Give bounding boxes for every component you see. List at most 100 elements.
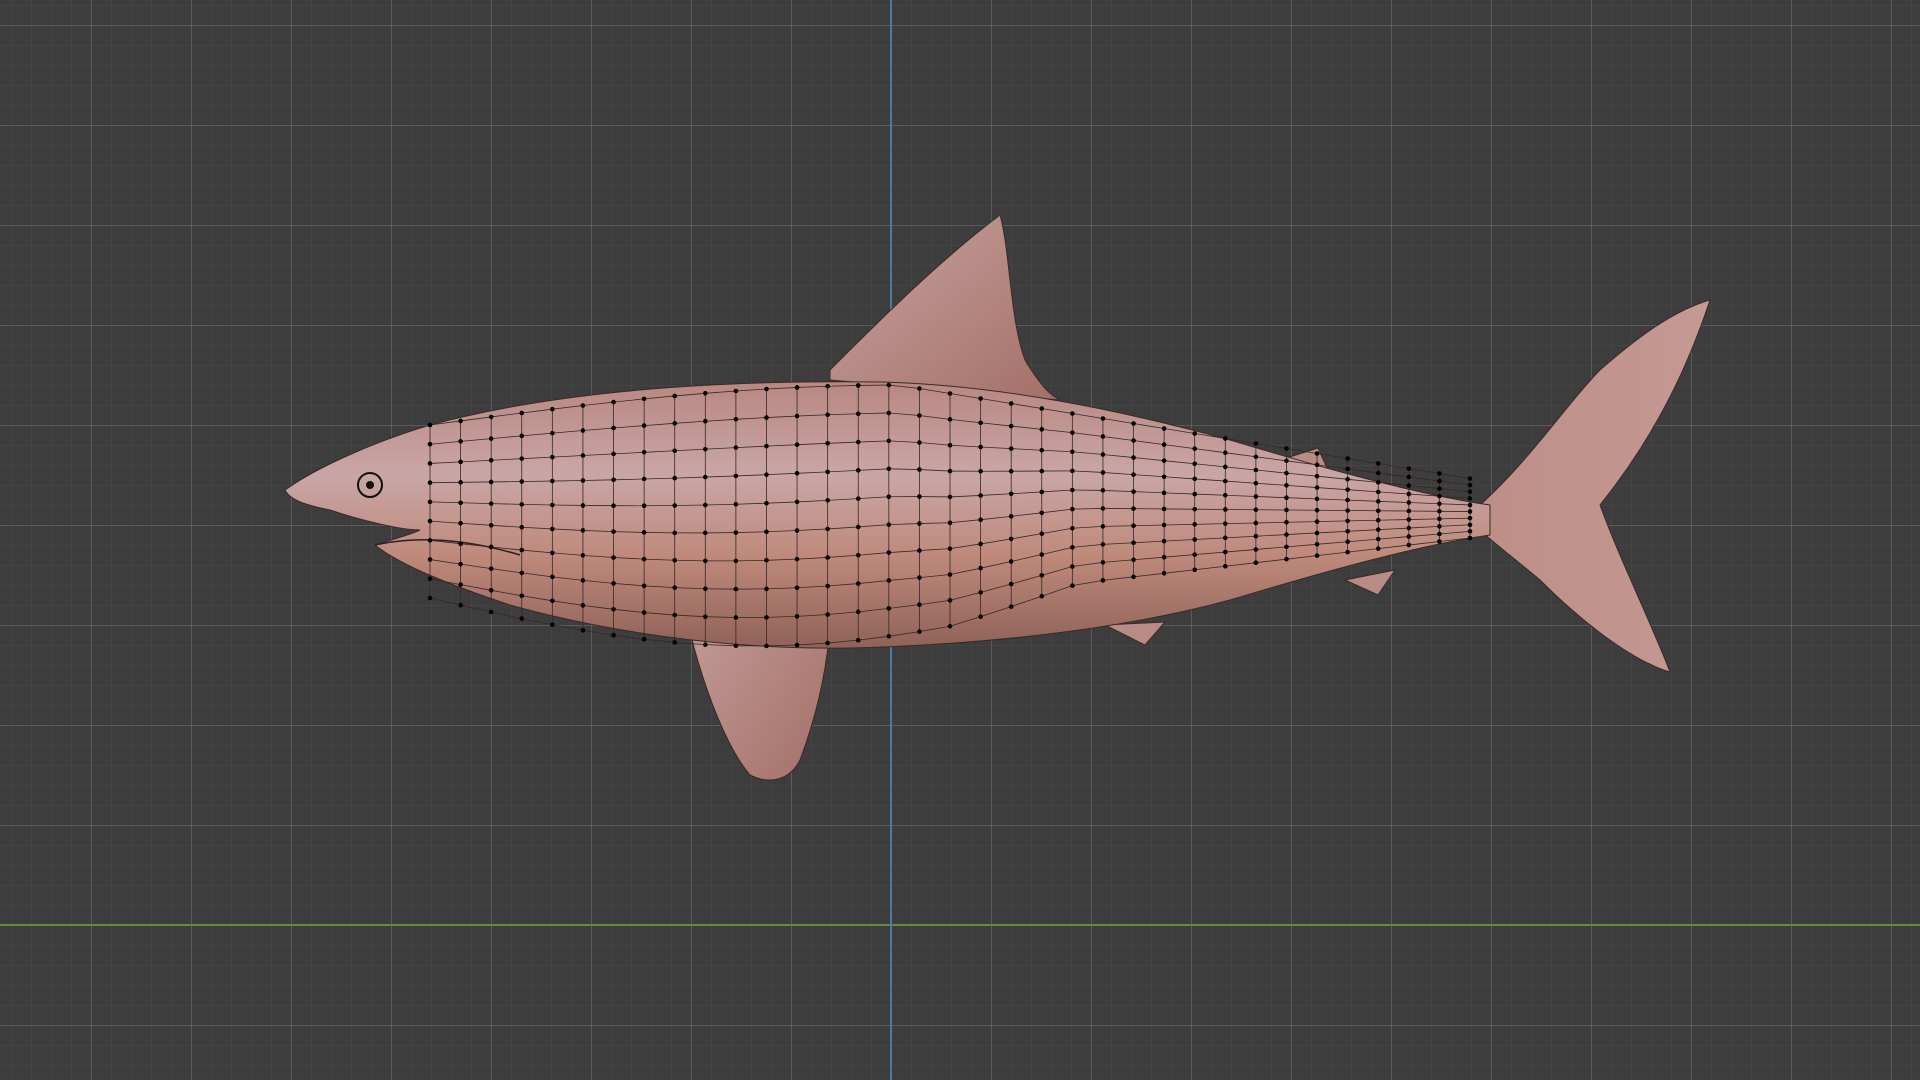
mesh-vertex[interactable] bbox=[641, 450, 647, 455]
mesh-vertex[interactable] bbox=[1375, 546, 1381, 551]
mesh-vertex[interactable] bbox=[1345, 508, 1350, 513]
mesh-vertex[interactable] bbox=[1161, 554, 1167, 560]
mesh-vertex[interactable] bbox=[1375, 527, 1381, 532]
mesh-vertex[interactable] bbox=[764, 415, 769, 420]
mesh-vertex[interactable] bbox=[794, 413, 800, 419]
mesh-vertex[interactable] bbox=[672, 612, 678, 618]
mesh-vertex[interactable] bbox=[1314, 519, 1320, 524]
mesh-vertex[interactable] bbox=[1406, 534, 1412, 539]
mesh-vertex[interactable] bbox=[886, 466, 892, 472]
mesh-vertex[interactable] bbox=[1008, 514, 1014, 519]
mesh-vertex[interactable] bbox=[519, 593, 525, 599]
mesh-vertex[interactable] bbox=[1467, 535, 1473, 541]
mesh-vertex[interactable] bbox=[1437, 539, 1442, 544]
mesh-vertex[interactable] bbox=[947, 494, 953, 500]
mesh-vertex[interactable] bbox=[1161, 458, 1167, 463]
mesh-vertex[interactable] bbox=[825, 498, 830, 503]
mesh-vertex[interactable] bbox=[1039, 552, 1045, 557]
mesh-vertex[interactable] bbox=[1070, 564, 1075, 569]
mesh-vertex[interactable] bbox=[917, 386, 922, 391]
mesh-vertex[interactable] bbox=[519, 502, 525, 507]
mesh-vertex[interactable] bbox=[764, 386, 769, 392]
mesh-vertex[interactable] bbox=[886, 522, 892, 527]
mesh-vertex[interactable] bbox=[1131, 421, 1136, 426]
mesh-vertex[interactable] bbox=[1437, 516, 1442, 522]
mesh-vertex[interactable] bbox=[458, 561, 463, 567]
mesh-vertex[interactable] bbox=[550, 406, 555, 412]
mesh-vertex[interactable] bbox=[672, 475, 678, 481]
mesh-vertex[interactable] bbox=[1467, 515, 1473, 521]
mesh-vertex[interactable] bbox=[855, 552, 861, 558]
mesh-vertex[interactable] bbox=[947, 623, 953, 629]
mesh-vertex[interactable] bbox=[1039, 468, 1045, 474]
mesh-vertex[interactable] bbox=[1039, 447, 1045, 453]
mesh-vertex[interactable] bbox=[1192, 476, 1198, 482]
mesh-vertex[interactable] bbox=[764, 529, 769, 535]
mesh-vertex[interactable] bbox=[794, 442, 800, 447]
mesh-vertex[interactable] bbox=[947, 572, 953, 577]
mesh-vertex[interactable] bbox=[1253, 533, 1259, 539]
mesh-vertex[interactable] bbox=[550, 550, 555, 556]
mesh-vertex[interactable] bbox=[917, 413, 922, 418]
mesh-vertex[interactable] bbox=[519, 433, 525, 439]
mesh-vertex[interactable] bbox=[550, 454, 555, 460]
mesh-vertex[interactable] bbox=[1100, 470, 1106, 475]
mesh-vertex[interactable] bbox=[1008, 536, 1014, 542]
mesh-vertex[interactable] bbox=[1131, 489, 1136, 494]
mesh-vertex[interactable] bbox=[458, 480, 463, 485]
mesh-vertex[interactable] bbox=[488, 522, 494, 528]
mesh-vertex[interactable] bbox=[978, 541, 983, 547]
mesh-vertex[interactable] bbox=[1284, 519, 1289, 525]
mesh-vertex[interactable] bbox=[1467, 509, 1473, 514]
mesh-vertex[interactable] bbox=[1070, 525, 1075, 531]
mesh-vertex[interactable] bbox=[580, 528, 586, 533]
mesh-vertex[interactable] bbox=[855, 637, 861, 643]
mesh-vertex[interactable] bbox=[1131, 455, 1136, 460]
mesh-vertex[interactable] bbox=[1070, 449, 1075, 455]
mesh-vertex[interactable] bbox=[886, 494, 892, 500]
3d-viewport[interactable] bbox=[0, 0, 1920, 1080]
mesh-vertex[interactable] bbox=[1345, 487, 1350, 493]
mesh-vertex[interactable] bbox=[488, 436, 494, 441]
mesh-vertex[interactable] bbox=[1467, 476, 1473, 481]
mesh-vertex[interactable] bbox=[825, 583, 830, 589]
mesh-vertex[interactable] bbox=[1222, 464, 1228, 470]
mesh-vertex[interactable] bbox=[947, 546, 953, 551]
mesh-vertex[interactable] bbox=[825, 526, 830, 532]
mesh-vertex[interactable] bbox=[855, 468, 861, 473]
mesh-vertex[interactable] bbox=[947, 391, 953, 396]
mesh-vertex[interactable] bbox=[1008, 604, 1014, 609]
mesh-vertex[interactable] bbox=[825, 612, 830, 617]
mesh-vertex[interactable] bbox=[427, 422, 433, 428]
mesh-vertex[interactable] bbox=[1161, 522, 1167, 528]
mesh-vertex[interactable] bbox=[1100, 542, 1106, 547]
mesh-vertex[interactable] bbox=[794, 556, 800, 562]
mesh-vertex[interactable] bbox=[672, 530, 678, 536]
mesh-vertex[interactable] bbox=[1222, 492, 1228, 498]
mesh-vertex[interactable] bbox=[1467, 489, 1473, 495]
mesh-vertex[interactable] bbox=[1131, 540, 1136, 546]
mesh-vertex[interactable] bbox=[1008, 401, 1014, 406]
mesh-vertex[interactable] bbox=[978, 493, 983, 498]
mesh-vertex[interactable] bbox=[427, 538, 433, 543]
mesh-vertex[interactable] bbox=[1284, 446, 1289, 451]
mesh-vertex[interactable] bbox=[1375, 499, 1381, 504]
mesh-vertex[interactable] bbox=[917, 440, 922, 445]
mesh-vertex[interactable] bbox=[1008, 491, 1014, 497]
mesh-vertex[interactable] bbox=[611, 607, 616, 612]
mesh-vertex[interactable] bbox=[1437, 501, 1442, 507]
mesh-vertex[interactable] bbox=[1437, 508, 1442, 514]
mesh-vertex[interactable] bbox=[1100, 434, 1106, 439]
mesh-vertex[interactable] bbox=[611, 555, 616, 560]
mesh-vertex[interactable] bbox=[1222, 521, 1228, 526]
mesh-vertex[interactable] bbox=[1437, 531, 1442, 537]
mesh-vertex[interactable] bbox=[1192, 491, 1198, 497]
mesh-vertex[interactable] bbox=[427, 461, 433, 466]
mesh-vertex[interactable] bbox=[1314, 462, 1320, 468]
mesh-vertex[interactable] bbox=[611, 529, 616, 534]
mesh-vertex[interactable] bbox=[1222, 549, 1228, 555]
mesh-vertex[interactable] bbox=[427, 576, 433, 582]
mesh-vertex[interactable] bbox=[1222, 478, 1228, 484]
mesh-vertex[interactable] bbox=[1437, 471, 1442, 476]
mesh-vertex[interactable] bbox=[488, 566, 494, 571]
